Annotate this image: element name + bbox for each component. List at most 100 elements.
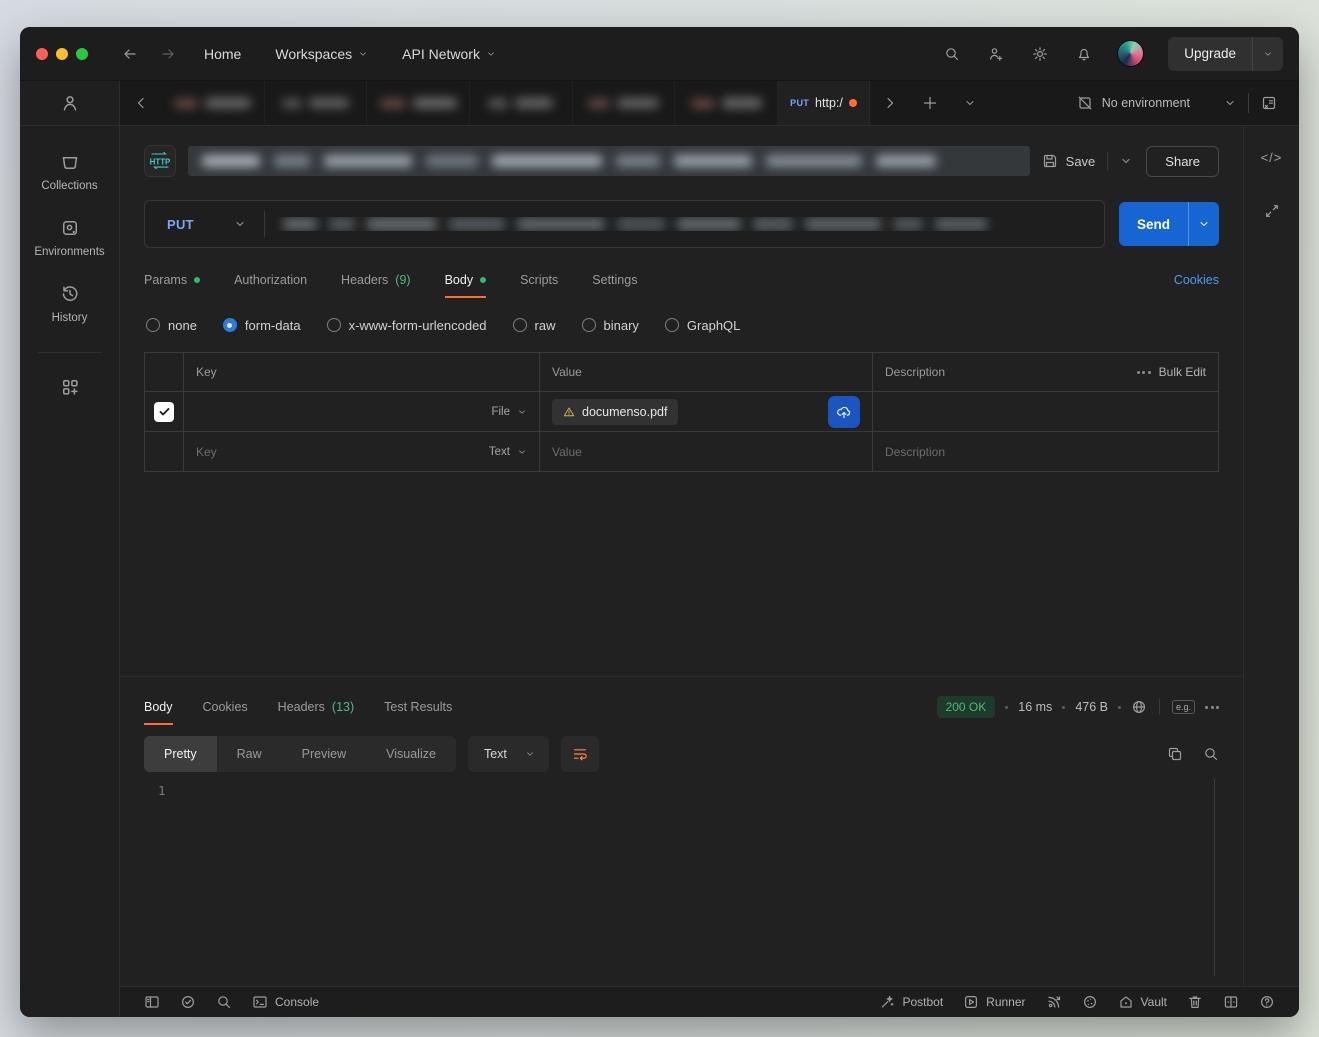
body-type-none[interactable]: none <box>146 318 197 333</box>
send-options-button[interactable] <box>1189 218 1219 230</box>
console-button[interactable]: Console <box>242 987 329 1017</box>
response-format-select[interactable]: Text <box>468 736 549 772</box>
toggle-sidebar-button[interactable] <box>134 987 170 1017</box>
runner-button[interactable]: Runner <box>953 994 1035 1010</box>
response-tab-test-results[interactable]: Test Results <box>384 700 452 714</box>
split-panes-button[interactable] <box>1213 994 1249 1010</box>
help-button[interactable] <box>1249 994 1285 1010</box>
close-window-button[interactable] <box>36 48 48 60</box>
sidebar-item-collections[interactable]: Collections <box>41 152 97 192</box>
save-as-example-button[interactable]: e.g. <box>1172 700 1195 714</box>
body-type-graphql[interactable]: GraphQL <box>665 318 740 333</box>
new-tab-button[interactable] <box>910 81 950 125</box>
cookies-button[interactable] <box>1072 994 1108 1010</box>
request-tab-redacted[interactable] <box>265 81 368 125</box>
upgrade-button[interactable]: Upgrade <box>1168 37 1283 71</box>
attached-file-chip[interactable]: documenso.pdf <box>552 399 678 425</box>
find-button[interactable] <box>206 987 242 1017</box>
cookies-link[interactable]: Cookies <box>1174 273 1219 287</box>
request-tab-redacted[interactable] <box>573 81 676 125</box>
body-type-binary[interactable]: binary <box>582 318 639 333</box>
forward-button[interactable] <box>154 40 182 68</box>
settings-button[interactable] <box>1023 37 1057 71</box>
vault-button[interactable]: Vault <box>1108 994 1177 1010</box>
expand-pane-icon[interactable] <box>1264 203 1280 219</box>
sidebar-item-environments[interactable]: Environments <box>34 218 104 258</box>
view-visualize[interactable]: Visualize <box>366 736 456 772</box>
body-type-x-www-form-urlencoded[interactable]: x-www-form-urlencoded <box>327 318 487 333</box>
response-tab-body[interactable]: Body <box>144 700 173 714</box>
connection-status-button[interactable] <box>170 987 206 1017</box>
description-cell[interactable]: Description <box>872 432 1218 471</box>
wrap-lines-button[interactable] <box>561 736 599 772</box>
search-response-icon[interactable] <box>1203 746 1219 762</box>
tab-headers[interactable]: Headers(9) <box>341 273 411 287</box>
avatar[interactable] <box>1117 40 1144 67</box>
value-type-select[interactable]: Text <box>489 446 527 458</box>
view-pretty[interactable]: Pretty <box>144 736 217 772</box>
response-body-editor[interactable]: 1 <box>120 773 1243 986</box>
zoom-window-button[interactable] <box>76 48 88 60</box>
scroll-tabs-left-button[interactable] <box>120 81 162 125</box>
tab-options-button[interactable] <box>950 81 990 125</box>
value-cell[interactable]: Value <box>539 432 872 471</box>
view-preview[interactable]: Preview <box>282 736 366 772</box>
send-button[interactable]: Send <box>1119 202 1219 246</box>
window-controls <box>36 48 88 60</box>
configure-sidebar-button[interactable] <box>60 377 80 397</box>
minimize-window-button[interactable] <box>56 48 68 60</box>
row-checkbox-checked[interactable] <box>154 402 174 422</box>
tab-authorization[interactable]: Authorization <box>234 273 307 287</box>
tab-settings[interactable]: Settings <box>592 273 637 287</box>
copy-icon[interactable] <box>1167 746 1183 762</box>
home-nav[interactable]: Home <box>192 40 253 68</box>
invite-button[interactable] <box>979 37 1013 71</box>
tab-params[interactable]: Params <box>144 273 200 287</box>
code-snippet-button[interactable]: </> <box>1261 150 1283 165</box>
chevron-down-icon[interactable] <box>1120 155 1132 167</box>
response-tab-cookies[interactable]: Cookies <box>203 700 248 714</box>
response-tab-headers[interactable]: Headers(13) <box>278 700 354 714</box>
search-button[interactable] <box>935 37 969 71</box>
key-cell[interactable]: File <box>183 392 539 431</box>
sidebar-item-history[interactable]: History <box>52 284 88 324</box>
request-tab-redacted[interactable] <box>675 81 778 125</box>
request-tab-redacted[interactable] <box>162 81 265 125</box>
request-tab-redacted[interactable] <box>470 81 573 125</box>
upgrade-menu-button[interactable] <box>1253 37 1283 71</box>
share-button[interactable]: Share <box>1146 146 1219 177</box>
sidebar-item-account[interactable] <box>20 81 119 126</box>
bulk-edit-button[interactable]: Bulk Edit <box>1137 365 1206 379</box>
network-globe-icon[interactable] <box>1131 699 1147 715</box>
value-type-select[interactable]: File <box>491 406 527 418</box>
url-input-redacted[interactable] <box>265 217 1104 231</box>
postbot-button[interactable]: Postbot <box>869 994 953 1010</box>
notifications-button[interactable] <box>1067 37 1101 71</box>
request-title-redacted[interactable] <box>188 146 1030 176</box>
trash-button[interactable] <box>1177 994 1213 1010</box>
tab-scripts[interactable]: Scripts <box>520 273 558 287</box>
scroll-tabs-right-button[interactable] <box>870 81 910 125</box>
tab-body[interactable]: Body <box>445 273 487 287</box>
api-network-menu[interactable]: API Network <box>390 40 508 68</box>
response-options-button[interactable] <box>1205 706 1219 709</box>
capture-requests-button[interactable] <box>1036 994 1072 1010</box>
method-selector[interactable]: PUT <box>145 217 264 232</box>
description-cell[interactable] <box>872 392 1218 431</box>
view-raw[interactable]: Raw <box>217 736 282 772</box>
scrollbar[interactable] <box>1214 779 1215 976</box>
environments-icon <box>60 218 80 238</box>
more-options-icon[interactable] <box>1137 371 1151 374</box>
workspaces-menu[interactable]: Workspaces <box>263 40 380 68</box>
environment-quick-look-button[interactable] <box>1249 95 1289 111</box>
environment-selector[interactable]: No environment <box>1067 89 1200 117</box>
upload-file-button[interactable] <box>828 396 860 428</box>
environment-dropdown-button[interactable] <box>1200 97 1248 109</box>
key-cell[interactable]: Key Text <box>183 432 539 471</box>
body-type-raw[interactable]: raw <box>513 318 556 333</box>
active-request-tab[interactable]: PUT http:/ <box>778 81 870 125</box>
request-tab-redacted[interactable] <box>367 81 470 125</box>
save-button[interactable]: Save <box>1042 152 1133 170</box>
body-type-form-data[interactable]: form-data <box>223 318 301 333</box>
back-button[interactable] <box>116 40 144 68</box>
